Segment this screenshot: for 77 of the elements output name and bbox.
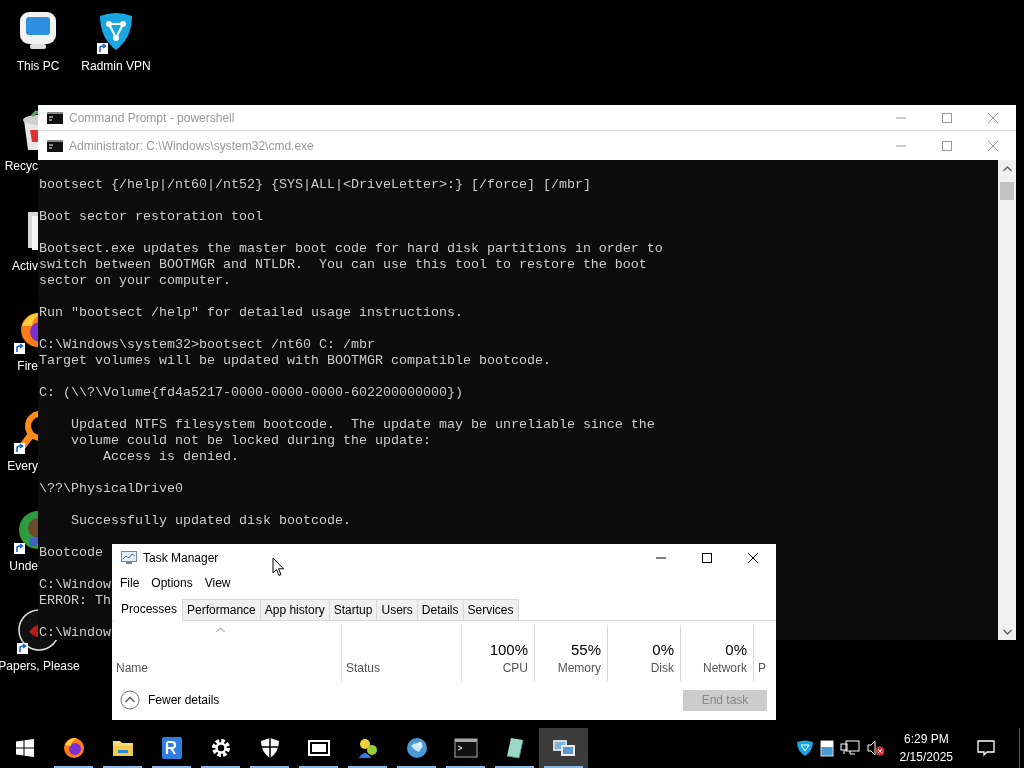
desktop-icon-label[interactable]: Fire: [17, 359, 38, 373]
console-line: ERROR: Th: [39, 593, 111, 609]
tab[interactable]: Users: [376, 599, 418, 620]
scrollbar-thumb[interactable]: [1000, 182, 1014, 200]
terminal-icon: [47, 112, 63, 124]
terminal-icon: [47, 139, 63, 152]
battery-icon[interactable]: [819, 739, 834, 757]
speech-bubble-icon: [977, 739, 995, 757]
app-tile-icon: [159, 736, 184, 760]
usage-percent: 55%: [570, 641, 601, 658]
console-line: Access is denied.: [102, 449, 239, 465]
console-line: volume could not be locked during the update:: [70, 433, 431, 449]
column-header[interactable]: Memory: [557, 661, 601, 675]
desktop-icon-label[interactable]: Radmin VPN: [81, 59, 151, 73]
muted-speaker-icon[interactable]: [865, 739, 886, 757]
console-line: Successfully updated disk bootcode.: [70, 513, 351, 529]
desktop-icon-label[interactable]: Activ: [12, 259, 38, 273]
console-line: Updated NTFS filesystem bootcode. The update may be unreliable since the: [70, 417, 655, 433]
collapse-chevron-icon[interactable]: [120, 690, 140, 710]
tab[interactable]: App history: [259, 599, 330, 620]
scroll-down-icon[interactable]: [1002, 628, 1012, 635]
network-icon[interactable]: [839, 739, 860, 757]
tab[interactable]: Performance: [182, 599, 261, 620]
taskbar-app[interactable]: [539, 728, 588, 768]
console-line: Target volumes will be updated with BOOTMGR compatible bootcode.: [39, 353, 551, 369]
console-line: sector on your computer.: [39, 273, 231, 289]
terminal-icon: [453, 736, 478, 760]
window-title: Command Prompt - powershell: [69, 111, 236, 125]
desktop-icon-label[interactable]: Unde: [9, 559, 38, 573]
close-icon: [988, 113, 998, 123]
shield-icon[interactable]: [795, 739, 814, 757]
console-line: Run "bootsect /help" for detailed usage instructions.: [39, 305, 463, 321]
column-header[interactable]: Disk: [650, 661, 674, 675]
tab[interactable]: Startup: [328, 599, 378, 620]
column-header[interactable]: CPU: [502, 661, 528, 675]
console-line: Bootsect.exe updates the master boot code for hard disk partitions in order to: [39, 241, 663, 257]
close-icon: [988, 140, 998, 151]
console-line: C: (\\?\Volume{fd4a5217-0000-0000-0000-602200000000}): [39, 385, 463, 401]
mouse-cursor-icon: [272, 557, 285, 577]
column-header[interactable]: Network: [703, 661, 747, 675]
column-header[interactable]: Status: [346, 661, 457, 675]
menu-item[interactable]: File: [114, 576, 146, 590]
menu-item[interactable]: View: [198, 576, 237, 590]
maximize-icon: [942, 113, 952, 123]
console-line: switch between BOOTMGR and NTLDR. You can use this tool to restore the boot: [39, 257, 647, 273]
column-header[interactable]: P: [758, 661, 772, 675]
close-icon: [748, 553, 758, 563]
column-header[interactable]: Name: [116, 661, 337, 675]
tab[interactable]: Details: [416, 599, 464, 620]
usage-percent: 0%: [652, 641, 674, 658]
four-panes-icon: [15, 739, 34, 757]
menu-item[interactable]: Options: [145, 576, 199, 590]
console-line: Bootcode: [39, 545, 103, 561]
globe-icon: [61, 736, 86, 760]
desktop-icon-label[interactable]: Recyc: [4, 159, 38, 173]
console-line: C:\Window: [39, 577, 111, 593]
scrollbar[interactable]: [998, 160, 1016, 640]
monitor-chart-icon: [121, 551, 137, 565]
desktop-icon-label[interactable]: Every: [7, 459, 38, 473]
globe-icon: [404, 736, 429, 760]
console-line: \??\PhysicalDrive0: [39, 481, 183, 497]
usage-percent: 0%: [725, 641, 747, 658]
console-line: C:\Windows\system32>bootsect /nt60 C: /mbr: [39, 337, 375, 353]
usage-percent: 100%: [489, 641, 528, 658]
clock[interactable]: 6:29 PM 2/15/2025: [891, 730, 961, 766]
window-title: Administrator: C:\Windows\system32\cmd.exe: [69, 138, 315, 153]
window-title: Task Manager: [143, 551, 220, 565]
console-line: bootsect {/help|/nt60|/nt52} {SYS|ALL|<DriveLetter>:} [/force] [/mbr]: [39, 177, 591, 193]
desktop-icon-label[interactable]: This PC: [16, 59, 60, 73]
fewer-details-link[interactable]: Fewer details: [148, 693, 675, 707]
console-line: C:\Window: [39, 625, 111, 640]
maximize-icon: [942, 140, 952, 151]
tab[interactable]: Services: [462, 599, 519, 620]
console-line: Boot sector restoration tool: [39, 209, 263, 225]
desktop-icon-label[interactable]: Papers, Please: [0, 659, 80, 673]
scroll-up-icon[interactable]: [1002, 165, 1012, 172]
maximize-icon: [702, 553, 712, 563]
